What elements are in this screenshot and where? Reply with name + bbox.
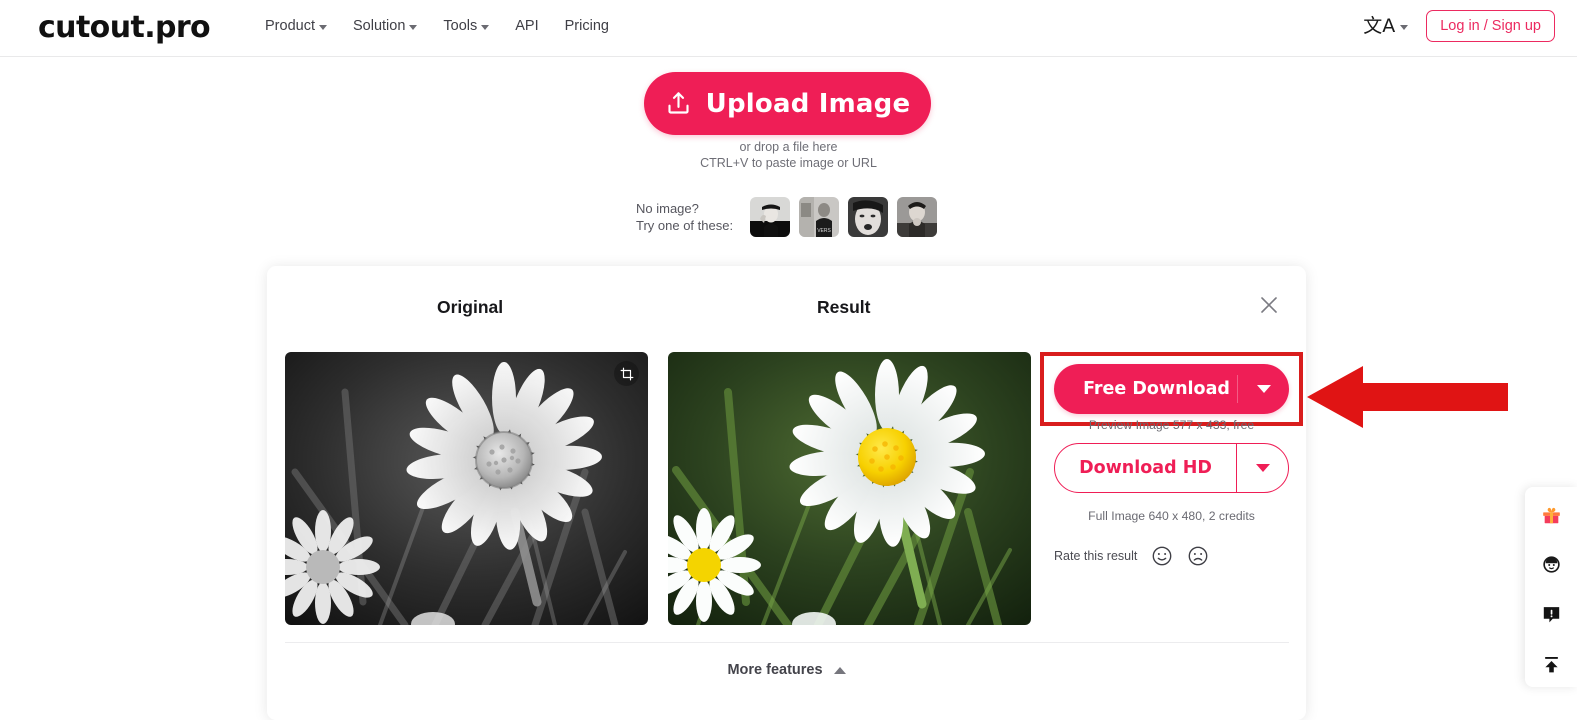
back-to-top-button[interactable] (1538, 651, 1564, 677)
nav-item-solution[interactable]: Solution (352, 18, 418, 34)
drop-hint-line2: CTRL+V to paste image or URL (700, 156, 877, 170)
original-image (285, 352, 648, 625)
chevron-down-icon (318, 24, 327, 30)
rate-result-label: Rate this result (1054, 549, 1138, 563)
close-button[interactable] (1257, 293, 1281, 317)
download-hd-label: Download HD (1079, 458, 1212, 478)
arrow-left-icon (1307, 366, 1508, 428)
feedback-button[interactable] (1538, 601, 1564, 627)
gift-button[interactable] (1538, 501, 1564, 527)
more-features-toggle[interactable]: More features (267, 662, 1306, 678)
crop-button[interactable] (614, 361, 639, 386)
smiley-sad-icon (1188, 546, 1208, 566)
nav-label: Tools (443, 18, 478, 34)
floating-toolbar (1525, 487, 1577, 687)
download-hd-button[interactable]: Download HD (1054, 443, 1289, 493)
customer-service-icon (1542, 555, 1560, 573)
svg-text:VERS: VERS (817, 228, 831, 234)
rate-result-row: Rate this result (1054, 545, 1289, 567)
chevron-up-icon (833, 666, 846, 674)
page-root: cutout.pro Product Solution Tools API Pr… (0, 0, 1577, 720)
sample-portrait-4-image (897, 197, 937, 237)
close-icon (1261, 297, 1277, 313)
red-arrow-annotation (1303, 362, 1508, 437)
chevron-down-icon (1256, 385, 1271, 393)
nav-label: API (515, 18, 539, 34)
nav-label: Pricing (564, 18, 609, 34)
sample-thumbnail-1[interactable] (750, 197, 790, 237)
drop-hint: or drop a file here CTRL+V to paste imag… (0, 139, 1577, 171)
nav-item-product[interactable]: Product (265, 18, 327, 34)
sample-thumbnails: VERS (750, 197, 937, 237)
translate-icon: 文A (1363, 14, 1396, 37)
nav-item-pricing[interactable]: Pricing (565, 18, 609, 34)
chevron-down-icon (1255, 464, 1270, 472)
free-download-wrapper: Free Download (1040, 352, 1303, 426)
sample-portrait-1-image (750, 197, 790, 237)
chevron-down-icon (409, 24, 418, 30)
download-hd-caption: Full Image 640 x 480, 2 credits (1088, 509, 1255, 523)
chevron-down-icon (1400, 24, 1409, 30)
free-download-caption: Preview Image 577 x 433, free (1088, 418, 1255, 432)
nav-item-tools[interactable]: Tools (443, 18, 490, 34)
card-header: Original Result (267, 266, 1306, 344)
header-actions: 文A Log in / Sign up (1361, 10, 1555, 42)
upload-image-label: Upload Image (705, 88, 911, 119)
sample-images-label: No image? Try one of these: (636, 200, 736, 234)
upload-icon (668, 92, 689, 114)
card-divider (285, 642, 1289, 643)
gift-icon (1542, 507, 1560, 523)
result-card: Original Result Free Download Preview Im… (267, 266, 1306, 720)
smiley-happy-icon (1152, 546, 1172, 566)
chevron-down-icon (481, 24, 490, 30)
sample-portrait-3-image (848, 197, 888, 237)
no-image-line2: Try one of these: (636, 218, 734, 233)
login-signup-button[interactable]: Log in / Sign up (1426, 10, 1555, 42)
drop-hint-line1: or drop a file here (739, 140, 838, 154)
site-header: cutout.pro Product Solution Tools API Pr… (0, 0, 1577, 57)
language-switcher[interactable]: 文A (1361, 13, 1410, 40)
sample-portrait-2-image: VERS (799, 197, 839, 237)
nav-label: Solution (352, 18, 406, 34)
result-image-box[interactable] (668, 352, 1031, 625)
result-image (668, 352, 1031, 625)
sample-images-section: No image? Try one of these: VERS (636, 197, 937, 237)
free-download-dropdown[interactable] (1237, 375, 1289, 403)
free-download-button[interactable]: Free Download (1054, 364, 1289, 414)
sample-thumbnail-4[interactable] (897, 197, 937, 237)
rate-negative-button[interactable] (1187, 545, 1209, 567)
no-image-line1: No image? (636, 201, 699, 216)
more-features-label: More features (727, 662, 823, 678)
free-download-label: Free Download (1083, 379, 1230, 399)
nav-label: Product (265, 18, 315, 34)
rate-positive-button[interactable] (1151, 545, 1173, 567)
back-to-top-icon (1544, 656, 1558, 672)
result-title: Result (817, 297, 871, 317)
crop-icon (620, 367, 633, 380)
customer-service-button[interactable] (1538, 551, 1564, 577)
comparison-panes: Free Download Preview Image 577 x 433, f… (267, 352, 1306, 627)
original-title: Original (437, 297, 504, 317)
main-navigation: Product Solution Tools API Pricing (265, 18, 609, 34)
sample-thumbnail-3[interactable] (848, 197, 888, 237)
site-logo[interactable]: cutout.pro (38, 10, 211, 45)
upload-image-button[interactable]: Upload Image (644, 72, 931, 135)
original-image-box[interactable] (285, 352, 648, 625)
sample-thumbnail-2[interactable]: VERS (799, 197, 839, 237)
nav-item-api[interactable]: API (515, 18, 538, 34)
download-hd-dropdown[interactable] (1236, 444, 1288, 492)
feedback-icon (1543, 606, 1559, 622)
